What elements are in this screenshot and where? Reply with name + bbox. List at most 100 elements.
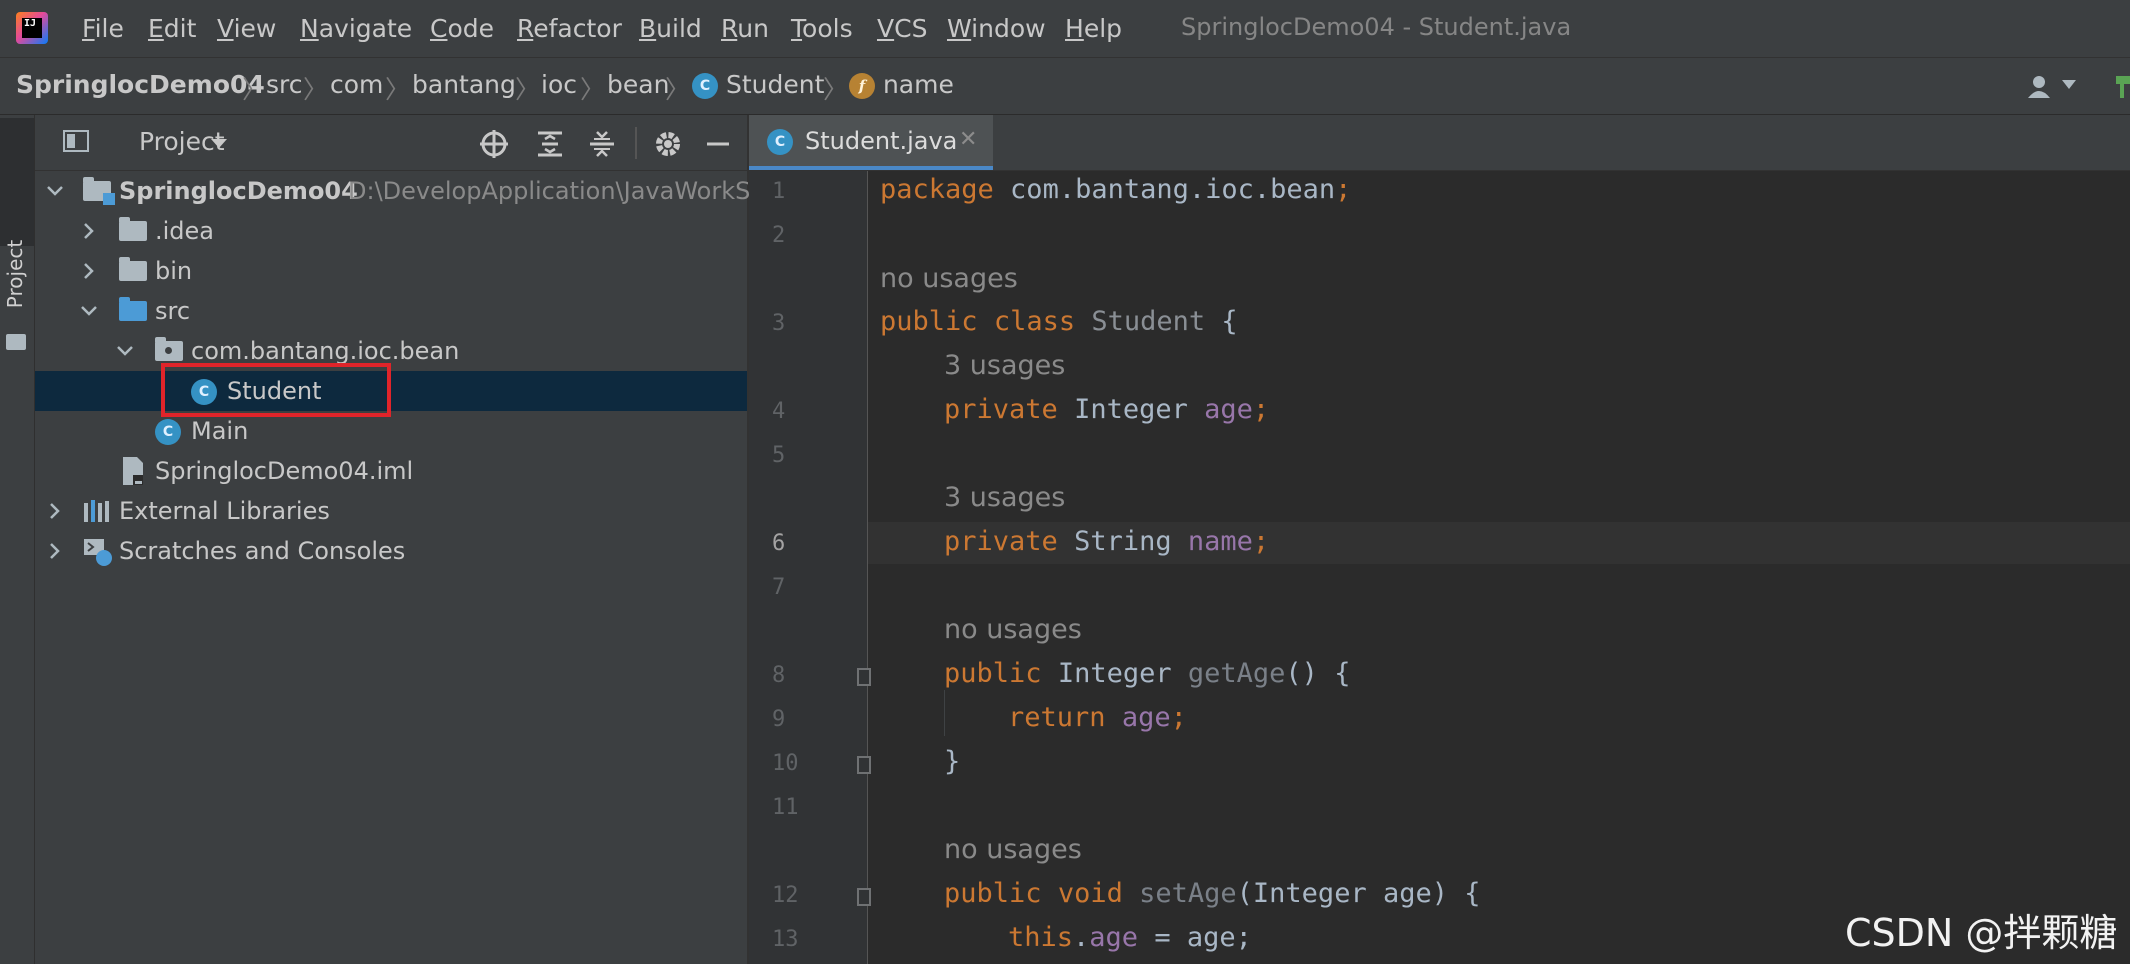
code-line-6[interactable]: private String name; [944,526,1269,557]
menu-edit[interactable]: Edit [148,14,196,43]
code-line-3[interactable]: public class Student { [880,306,1238,337]
menu-run[interactable]: Run [721,14,769,43]
tab-student-java[interactable]: C Student.java ✕ [749,115,993,170]
breadcrumb-project[interactable]: SpringlocDemo04 [16,70,265,99]
breadcrumb-field[interactable]: f name [849,70,954,99]
breadcrumb-separator: 〉 [665,75,691,104]
method-name: getAge [1187,658,1286,689]
code-line-1[interactable]: package com.bantang.ioc.bean; [880,174,1351,205]
tree-label: Scratches and Consoles [119,537,406,565]
menu-navigate[interactable]: Navigate [300,14,412,43]
keyword: public [880,306,978,337]
fold-marker-icon[interactable] [857,888,871,906]
breadcrumb-src[interactable]: src [266,70,303,99]
user-icon[interactable] [2028,74,2054,100]
menu-view[interactable]: View [217,14,276,43]
minimize-icon[interactable] [701,127,735,161]
usage-hint[interactable]: no usages [944,834,1082,865]
chevron-right-icon[interactable] [45,499,65,523]
module-folder-icon [83,177,115,205]
logo-text: IJ [22,18,42,38]
menu-tools[interactable]: Tools [791,14,853,43]
tree-row-main[interactable]: C Main [35,411,747,451]
chevron-right-icon[interactable] [45,539,65,563]
fold-marker-icon[interactable] [857,668,871,686]
tree-row-bin[interactable]: bin [35,251,747,291]
chevron-right-icon[interactable] [79,259,99,283]
menu-file[interactable]: File [82,14,124,43]
code-line-10[interactable]: } [944,746,960,777]
chevron-down-icon[interactable] [115,339,135,363]
project-view-dropdown-icon[interactable] [211,139,227,148]
usage-hint[interactable]: no usages [880,263,1018,294]
tree-label: src [155,297,191,325]
semicolon: ; [1252,526,1270,557]
type-name: Integer [1057,658,1172,689]
chevron-down-icon[interactable] [2062,80,2076,90]
usage-hint[interactable]: 3 usages [944,482,1065,513]
gear-icon[interactable] [651,127,685,161]
breadcrumb-com[interactable]: com [330,70,383,99]
tree-row-project-root[interactable]: SpringlocDemo04 D:\DevelopApplication\Ja… [35,171,766,211]
menu-help[interactable]: Help [1065,14,1122,43]
tree-row-iml[interactable]: SpringlocDemo04.iml [35,451,747,491]
params: (Integer age) { [1236,878,1481,909]
tree-label: com.bantang.ioc.bean [191,337,460,365]
chevron-down-icon[interactable] [45,179,65,203]
iml-file-icon [123,457,143,485]
project-view-icon [63,130,89,152]
intellij-logo-icon: IJ [16,12,48,44]
folder-icon [119,257,147,281]
breadcrumb-separator: 〉 [385,75,411,104]
code-line-12[interactable]: public void setAge(Integer age) { [944,878,1481,909]
breadcrumb-bean[interactable]: bean [607,70,669,99]
project-tab-label: Project [3,239,27,309]
tree-row-student[interactable]: C Student [35,371,747,411]
chevron-right-icon[interactable] [79,219,99,243]
code-line-8[interactable]: public Integer getAge() { [944,658,1350,689]
field-name: age [1204,394,1253,425]
menu-window[interactable]: Window [947,14,1046,43]
keyword: class [993,306,1076,337]
menu-vcs[interactable]: VCS [877,14,927,43]
menu-code[interactable]: Code [430,14,494,43]
code-line-9[interactable]: return age; [1008,702,1187,733]
breadcrumb: SpringlocDemo04 〉 src 〉 com 〉 bantang 〉 … [0,58,2130,115]
close-icon[interactable]: ✕ [959,127,977,152]
tree-row-src[interactable]: src [35,291,747,331]
class-icon: C [155,419,181,445]
expand-all-icon[interactable] [533,127,567,161]
code-line-13[interactable]: this.age = age; [1008,922,1252,953]
menu-refactor[interactable]: Refactor [517,14,622,43]
tree-row-idea[interactable]: .idea [35,211,747,251]
tree-label: External Libraries [119,497,330,525]
tree-row-external-libraries[interactable]: External Libraries [35,491,747,531]
keyword: return [1008,702,1106,733]
menu-build[interactable]: Build [639,14,702,43]
line-number: 13 [772,927,799,952]
breadcrumb-separator: 〉 [242,75,268,104]
breadcrumb-ioc[interactable]: ioc [541,70,577,99]
usage-hint[interactable]: no usages [944,614,1082,645]
breadcrumb-separator: 〉 [823,75,849,104]
breadcrumb-bantang[interactable]: bantang [412,70,516,99]
highlight-annotation [161,363,391,417]
brace: { [1205,306,1238,337]
parens: () { [1285,658,1351,689]
build-hammer-icon[interactable] [2112,72,2130,100]
fold-marker-icon[interactable] [857,756,871,774]
breadcrumb-class[interactable]: C Student [692,70,824,99]
project-tool-window-tab[interactable]: Project [0,118,34,350]
semicolon: ; [1170,702,1187,733]
locate-crosshair-icon[interactable] [477,127,511,161]
brace: } [944,746,961,777]
folder-icon [119,217,147,241]
tree-row-scratches[interactable]: Scratches and Consoles [35,531,747,571]
code-line-4[interactable]: private Integer age; [944,394,1269,425]
breadcrumb-separator: 〉 [580,75,606,104]
chevron-down-icon[interactable] [79,299,99,323]
tree-row-package[interactable]: com.bantang.ioc.bean [35,331,747,371]
usage-hint[interactable]: 3 usages [944,350,1065,381]
collapse-all-icon[interactable] [585,127,619,161]
line-number: 8 [772,663,786,688]
